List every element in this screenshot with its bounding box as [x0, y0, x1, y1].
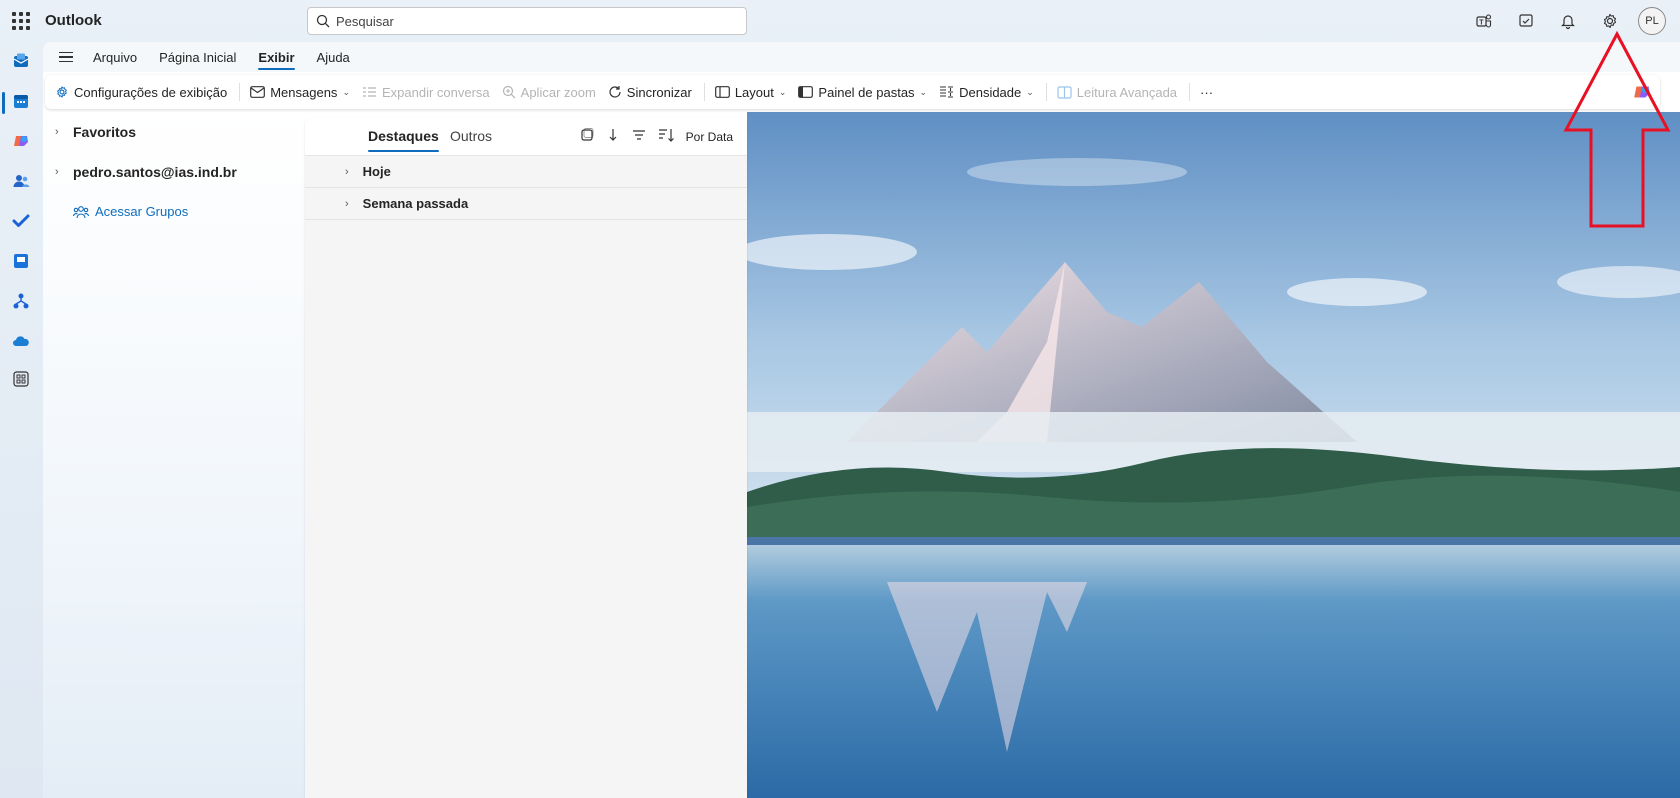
group-today[interactable]: › Hoje — [305, 156, 747, 188]
search-box[interactable] — [307, 7, 747, 35]
chevron-right-icon: › — [345, 197, 349, 210]
expand-conversation-icon — [362, 87, 376, 97]
apply-zoom-button[interactable]: Aplicar zoom — [502, 85, 596, 100]
group-today-label: Hoje — [362, 164, 391, 179]
expand-conversation-label: Expandir conversa — [381, 84, 490, 100]
folder-account[interactable]: › pedro.santos@ias.ind.br — [55, 164, 237, 180]
select-icon[interactable] — [580, 128, 594, 145]
chevron-down-icon: ⌄ — [1026, 86, 1034, 97]
gear-icon[interactable] — [1596, 7, 1624, 35]
chevron-right-icon: › — [55, 126, 59, 138]
sync-button[interactable]: Sincronizar — [608, 85, 692, 100]
density-button[interactable]: Densidade ⌄ — [939, 85, 1034, 100]
groups-icon — [73, 205, 89, 218]
density-icon — [940, 86, 954, 98]
chevron-down-icon: ⌄ — [778, 86, 787, 97]
search-input[interactable] — [336, 13, 746, 29]
bell-icon[interactable] — [1554, 7, 1582, 35]
tab-ajuda[interactable]: Ajuda — [317, 45, 350, 70]
message-list-header: Destaques Outros Por Data — [305, 118, 747, 156]
tab-pagina-inicial[interactable]: Página Inicial — [159, 45, 236, 70]
view-settings-button[interactable]: Configurações de exibição — [55, 85, 227, 100]
more-options-button[interactable]: ··· — [1200, 85, 1213, 100]
access-groups-label: Acessar Grupos — [95, 204, 189, 219]
toolbar-divider — [1189, 83, 1191, 101]
group-last-week[interactable]: › Semana passada — [305, 188, 747, 220]
chevron-down-icon: ⌄ — [919, 86, 928, 97]
mail-icon[interactable] — [10, 50, 32, 72]
toolbar-divider — [703, 83, 705, 101]
chevron-right-icon: › — [55, 166, 59, 178]
view-settings-label: Configurações de exibição — [74, 84, 228, 100]
sync-label: Sincronizar — [626, 84, 692, 100]
layout-label: Layout — [734, 84, 774, 100]
immersive-reader-button[interactable]: Leitura Avançada — [1057, 85, 1177, 100]
search-icon — [316, 14, 330, 28]
sync-icon — [609, 86, 621, 98]
app-launcher-icon[interactable] — [12, 12, 30, 30]
more-apps-icon[interactable] — [10, 368, 32, 390]
more-icon: ··· — [1200, 84, 1214, 100]
avatar[interactable]: PL — [1638, 7, 1666, 35]
svg-text:T: T — [1479, 19, 1484, 26]
folder-pane-icon — [798, 86, 814, 98]
checklist-icon[interactable] — [1512, 7, 1540, 35]
folder-favorites-label: Favoritos — [73, 124, 137, 140]
zoom-icon — [502, 85, 516, 99]
app-title: Outlook — [45, 12, 102, 29]
immersive-reader-icon — [1057, 85, 1072, 99]
immersive-reader-label: Leitura Avançada — [1076, 84, 1178, 100]
messages-button[interactable]: Mensagens ⌄ — [250, 85, 350, 100]
toolbar-divider — [1045, 83, 1047, 101]
toolbar-divider — [239, 83, 241, 101]
folder-pane: › Favoritos › pedro.santos@ias.ind.br Ac… — [43, 112, 305, 798]
people-icon[interactable] — [10, 170, 32, 192]
group-last-week-label: Semana passada — [362, 196, 469, 211]
menu-icon[interactable] — [59, 51, 79, 63]
chevron-right-icon: › — [345, 165, 349, 178]
main-card: Arquivo Página Inicial Exibir Ajuda Conf… — [43, 42, 1680, 798]
calendar-icon[interactable] — [10, 90, 32, 112]
tab-exibir[interactable]: Exibir — [258, 45, 295, 70]
copilot-button[interactable] — [1625, 75, 1659, 109]
rail-active-indicator — [2, 92, 5, 114]
layout-icon — [714, 86, 730, 98]
chevron-down-icon: ⌄ — [342, 86, 350, 97]
layout-button[interactable]: Layout ⌄ — [714, 84, 787, 100]
bookings-icon[interactable] — [10, 250, 32, 272]
copilot-icon — [1634, 86, 1650, 98]
onedrive-icon[interactable] — [10, 330, 32, 352]
access-groups-link[interactable]: Acessar Grupos — [73, 204, 188, 219]
folder-pane-button[interactable]: Painel de pastas ⌄ — [798, 85, 927, 100]
folder-account-label: pedro.santos@ias.ind.br — [73, 164, 237, 180]
tab-arquivo[interactable]: Arquivo — [93, 45, 137, 70]
apply-zoom-label: Aplicar zoom — [520, 84, 596, 100]
todo-icon[interactable] — [10, 210, 32, 232]
folder-pane-label: Painel de pastas — [818, 84, 915, 100]
expand-conversation-button[interactable]: Expandir conversa — [362, 85, 490, 100]
filter-icon[interactable] — [632, 128, 646, 145]
message-list: Destaques Outros Por Data › Hoje › Seman… — [305, 118, 747, 798]
top-bar: Outlook T PL — [0, 0, 1680, 42]
sort-by-date[interactable]: Por Data — [686, 130, 733, 144]
landscape-image — [747, 112, 1680, 798]
org-icon[interactable] — [10, 290, 32, 312]
list-tools: Por Data — [580, 128, 733, 145]
reading-pane-background — [747, 112, 1680, 798]
app-rail — [0, 42, 43, 798]
teams-icon[interactable]: T — [1470, 7, 1498, 35]
folder-favorites[interactable]: › Favoritos — [55, 124, 136, 140]
messages-label: Mensagens — [270, 84, 338, 100]
tab-focused[interactable]: Destaques — [368, 128, 439, 152]
jump-icon[interactable] — [606, 128, 620, 145]
top-icons: T PL — [1470, 7, 1666, 35]
tab-other[interactable]: Outros — [450, 128, 492, 148]
density-label: Densidade — [959, 84, 1022, 100]
gear-icon — [57, 86, 67, 98]
ribbon-tabs: Arquivo Página Inicial Exibir Ajuda — [43, 42, 1680, 72]
sort-icon[interactable] — [658, 128, 674, 145]
envelope-icon — [250, 86, 266, 98]
copilot-icon[interactable] — [10, 130, 32, 152]
ribbon-toolbar: Configurações de exibição Mensagens ⌄ Ex… — [45, 75, 1660, 109]
